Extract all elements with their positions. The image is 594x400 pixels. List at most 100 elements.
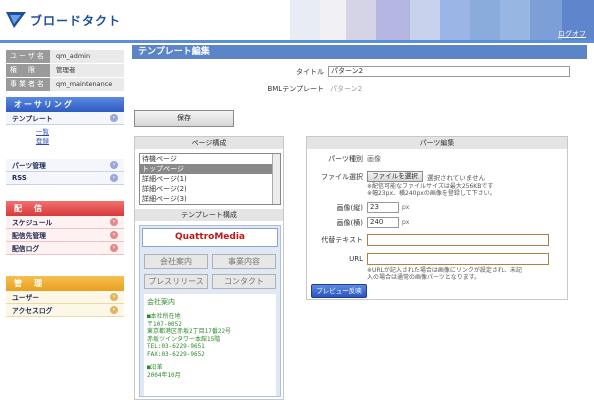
alt-text-input[interactable]	[367, 234, 549, 246]
url-note-2: 入の場合は通常の画像パーツとなります。	[367, 274, 481, 281]
parts-type-value: 画像	[367, 155, 381, 163]
header-band	[470, 0, 500, 40]
header-band	[376, 0, 410, 40]
preview-line: TEL:03-6229-9651	[147, 343, 205, 350]
arrow-circle-icon: ›	[110, 244, 118, 252]
menu-item-access-log[interactable]: アクセスログ ›	[6, 304, 124, 317]
tile-business[interactable]: 事業内容	[212, 254, 276, 269]
url-label: URL	[349, 255, 363, 263]
menu-item-label: パーツ管理	[12, 162, 46, 170]
preview-year: 2004年10月	[147, 371, 181, 379]
arrow-circle-icon: ›	[110, 114, 118, 122]
preview-title: 会社案内	[147, 298, 175, 306]
alt-label: 代替テキスト	[321, 236, 363, 244]
arrow-circle-icon: ›	[110, 218, 118, 226]
url-row: URL	[307, 253, 567, 265]
page-list-item[interactable]: 詳細ページ(1)	[140, 174, 280, 184]
arrow-circle-icon: ›	[110, 293, 118, 301]
admin-menu-title: 管 理	[6, 276, 124, 291]
preview-apply-button[interactable]: プレビュー反映	[311, 284, 367, 298]
quattro-banner[interactable]: QuattroMedia	[142, 228, 278, 247]
header-color-bands	[290, 0, 594, 40]
file-note-1: ※配信可能なファイルサイズは最大256KBです	[367, 183, 494, 190]
page-title: テンプレート編集	[132, 45, 587, 59]
file-row: ファイル選択 ファイルを選択 選択されていません	[307, 171, 567, 182]
header-divider	[0, 40, 594, 43]
arrow-circle-icon: ›	[110, 161, 118, 169]
title-label: タイトル	[296, 67, 324, 76]
width-input[interactable]: 240	[367, 217, 399, 228]
menu-item-delivery-log[interactable]: 配信ログ ›	[6, 242, 124, 255]
page-structure-panel: ページ構成 待機ページ トップページ 詳細ページ(1) 詳細ページ(2) 詳細ペ…	[134, 136, 284, 400]
parts-type-row: パーツ種別 画像	[307, 154, 567, 164]
title-input[interactable]: パターン2	[328, 66, 570, 77]
template-preview: QuattroMedia 会社案内 事業内容 プレスリリース コンタクト 会社案…	[139, 225, 281, 397]
company-preview: 会社案内 ■本社所在地 〒107-0052 東京都港区赤坂2丁目17番22号 赤…	[144, 294, 276, 396]
submenu-link-list[interactable]: 一覧	[6, 125, 124, 137]
preview-line: FAX:03-6229-9652	[147, 350, 205, 358]
user-info-row: ユーザ名 qm_admin	[6, 50, 124, 63]
menu-item-label: テンプレート	[12, 115, 53, 123]
logo-mark-icon	[6, 10, 26, 30]
user-info: ユーザ名 qm_admin 権 限管理者 事業者名 qm_maintenance	[6, 50, 124, 92]
page-structure-title: ページ構成	[135, 137, 283, 149]
submenu-link-register[interactable]: 登録	[6, 137, 124, 159]
menu-item-label: アクセスログ	[12, 307, 53, 315]
height-input[interactable]: 23	[367, 202, 399, 213]
width-row: 画像(横) 240 px	[307, 217, 567, 228]
menu-item-label: スケジュール	[12, 219, 53, 227]
menu-item-schedule[interactable]: スケジュール ›	[6, 216, 124, 229]
user-info-key: 事業者名	[6, 78, 50, 91]
url-note-1: ※URLが記入された場合は画像にリンクが設定され、未記	[367, 267, 522, 274]
file-label: ファイル選択	[321, 172, 363, 181]
height-label: 画像(縦)	[336, 203, 363, 212]
arrow-circle-icon: ›	[110, 174, 118, 182]
logo: ブロードタクト	[6, 8, 121, 32]
page-list-item[interactable]: 詳細ページ(3)	[140, 194, 280, 204]
header-band	[410, 0, 440, 40]
arrow-circle-icon: ›	[110, 231, 118, 239]
save-button[interactable]: 保存	[134, 110, 234, 127]
admin-menu: 管 理 ユーザー › アクセスログ ›	[6, 276, 124, 317]
user-info-value: qm_admin	[50, 50, 124, 63]
parts-edit-panel: パーツ編集 パーツ種別 画像 ファイル選択 ファイルを選択 選択されていません …	[306, 136, 568, 300]
file-note-2: ※幅23px、横240pxの画像を登録して下さい。	[367, 190, 496, 197]
tile-press[interactable]: プレスリリース	[144, 274, 208, 289]
width-unit: px	[402, 219, 410, 226]
preview-line: 〒107-0052	[147, 320, 182, 328]
page-list-scrollbar[interactable]	[272, 154, 280, 204]
preview-line: 東京都港区赤坂2丁目17番22号	[147, 328, 232, 335]
url-input[interactable]	[367, 253, 549, 265]
authoring-menu: オーサリング テンプレート › 一覧 登録 パーツ管理 › RSS ›	[6, 97, 124, 185]
menu-item-users[interactable]: ユーザー ›	[6, 291, 124, 304]
page-list[interactable]: 待機ページ トップページ 詳細ページ(1) 詳細ページ(2) 詳細ページ(3)	[139, 153, 281, 205]
delivery-menu-title: 配 信	[6, 201, 124, 216]
width-label: 画像(横)	[336, 218, 363, 227]
menu-item-template[interactable]: テンプレート ›	[6, 112, 124, 125]
delivery-menu: 配 信 スケジュール › 配信先管理 › 配信ログ ›	[6, 201, 124, 255]
height-unit: px	[402, 204, 410, 211]
menu-item-parts[interactable]: パーツ管理 ›	[6, 159, 124, 172]
menu-item-label: 配信先管理	[12, 232, 46, 240]
page-list-item[interactable]: 待機ページ	[140, 154, 280, 164]
header-band	[290, 0, 320, 40]
page-list-item-selected[interactable]: トップページ	[140, 164, 280, 174]
tile-contact[interactable]: コンタクト	[212, 274, 276, 289]
authoring-menu-title: オーサリング	[6, 97, 124, 112]
parts-type-label: パーツ種別	[328, 155, 363, 163]
header-band	[346, 0, 376, 40]
header: ブロードタクト ログオフ	[0, 0, 594, 40]
user-info-value: 管理者	[50, 64, 124, 77]
tile-company[interactable]: 会社案内	[144, 254, 208, 269]
logout-link[interactable]: ログオフ	[558, 29, 586, 39]
user-info-value: qm_maintenance	[50, 78, 124, 91]
quattro-logo-text: QuattroMedia	[174, 232, 246, 242]
alt-row: 代替テキスト	[307, 234, 567, 246]
title-row: タイトル パターン2	[132, 66, 587, 77]
menu-item-destination[interactable]: 配信先管理 ›	[6, 229, 124, 242]
user-info-key: ユーザ名	[6, 50, 50, 63]
menu-item-rss[interactable]: RSS ›	[6, 172, 124, 185]
bml-label: BMLテンプレート	[267, 85, 324, 93]
file-select-button[interactable]: ファイルを選択	[367, 171, 423, 182]
page-list-item[interactable]: 詳細ページ(2)	[140, 184, 280, 194]
